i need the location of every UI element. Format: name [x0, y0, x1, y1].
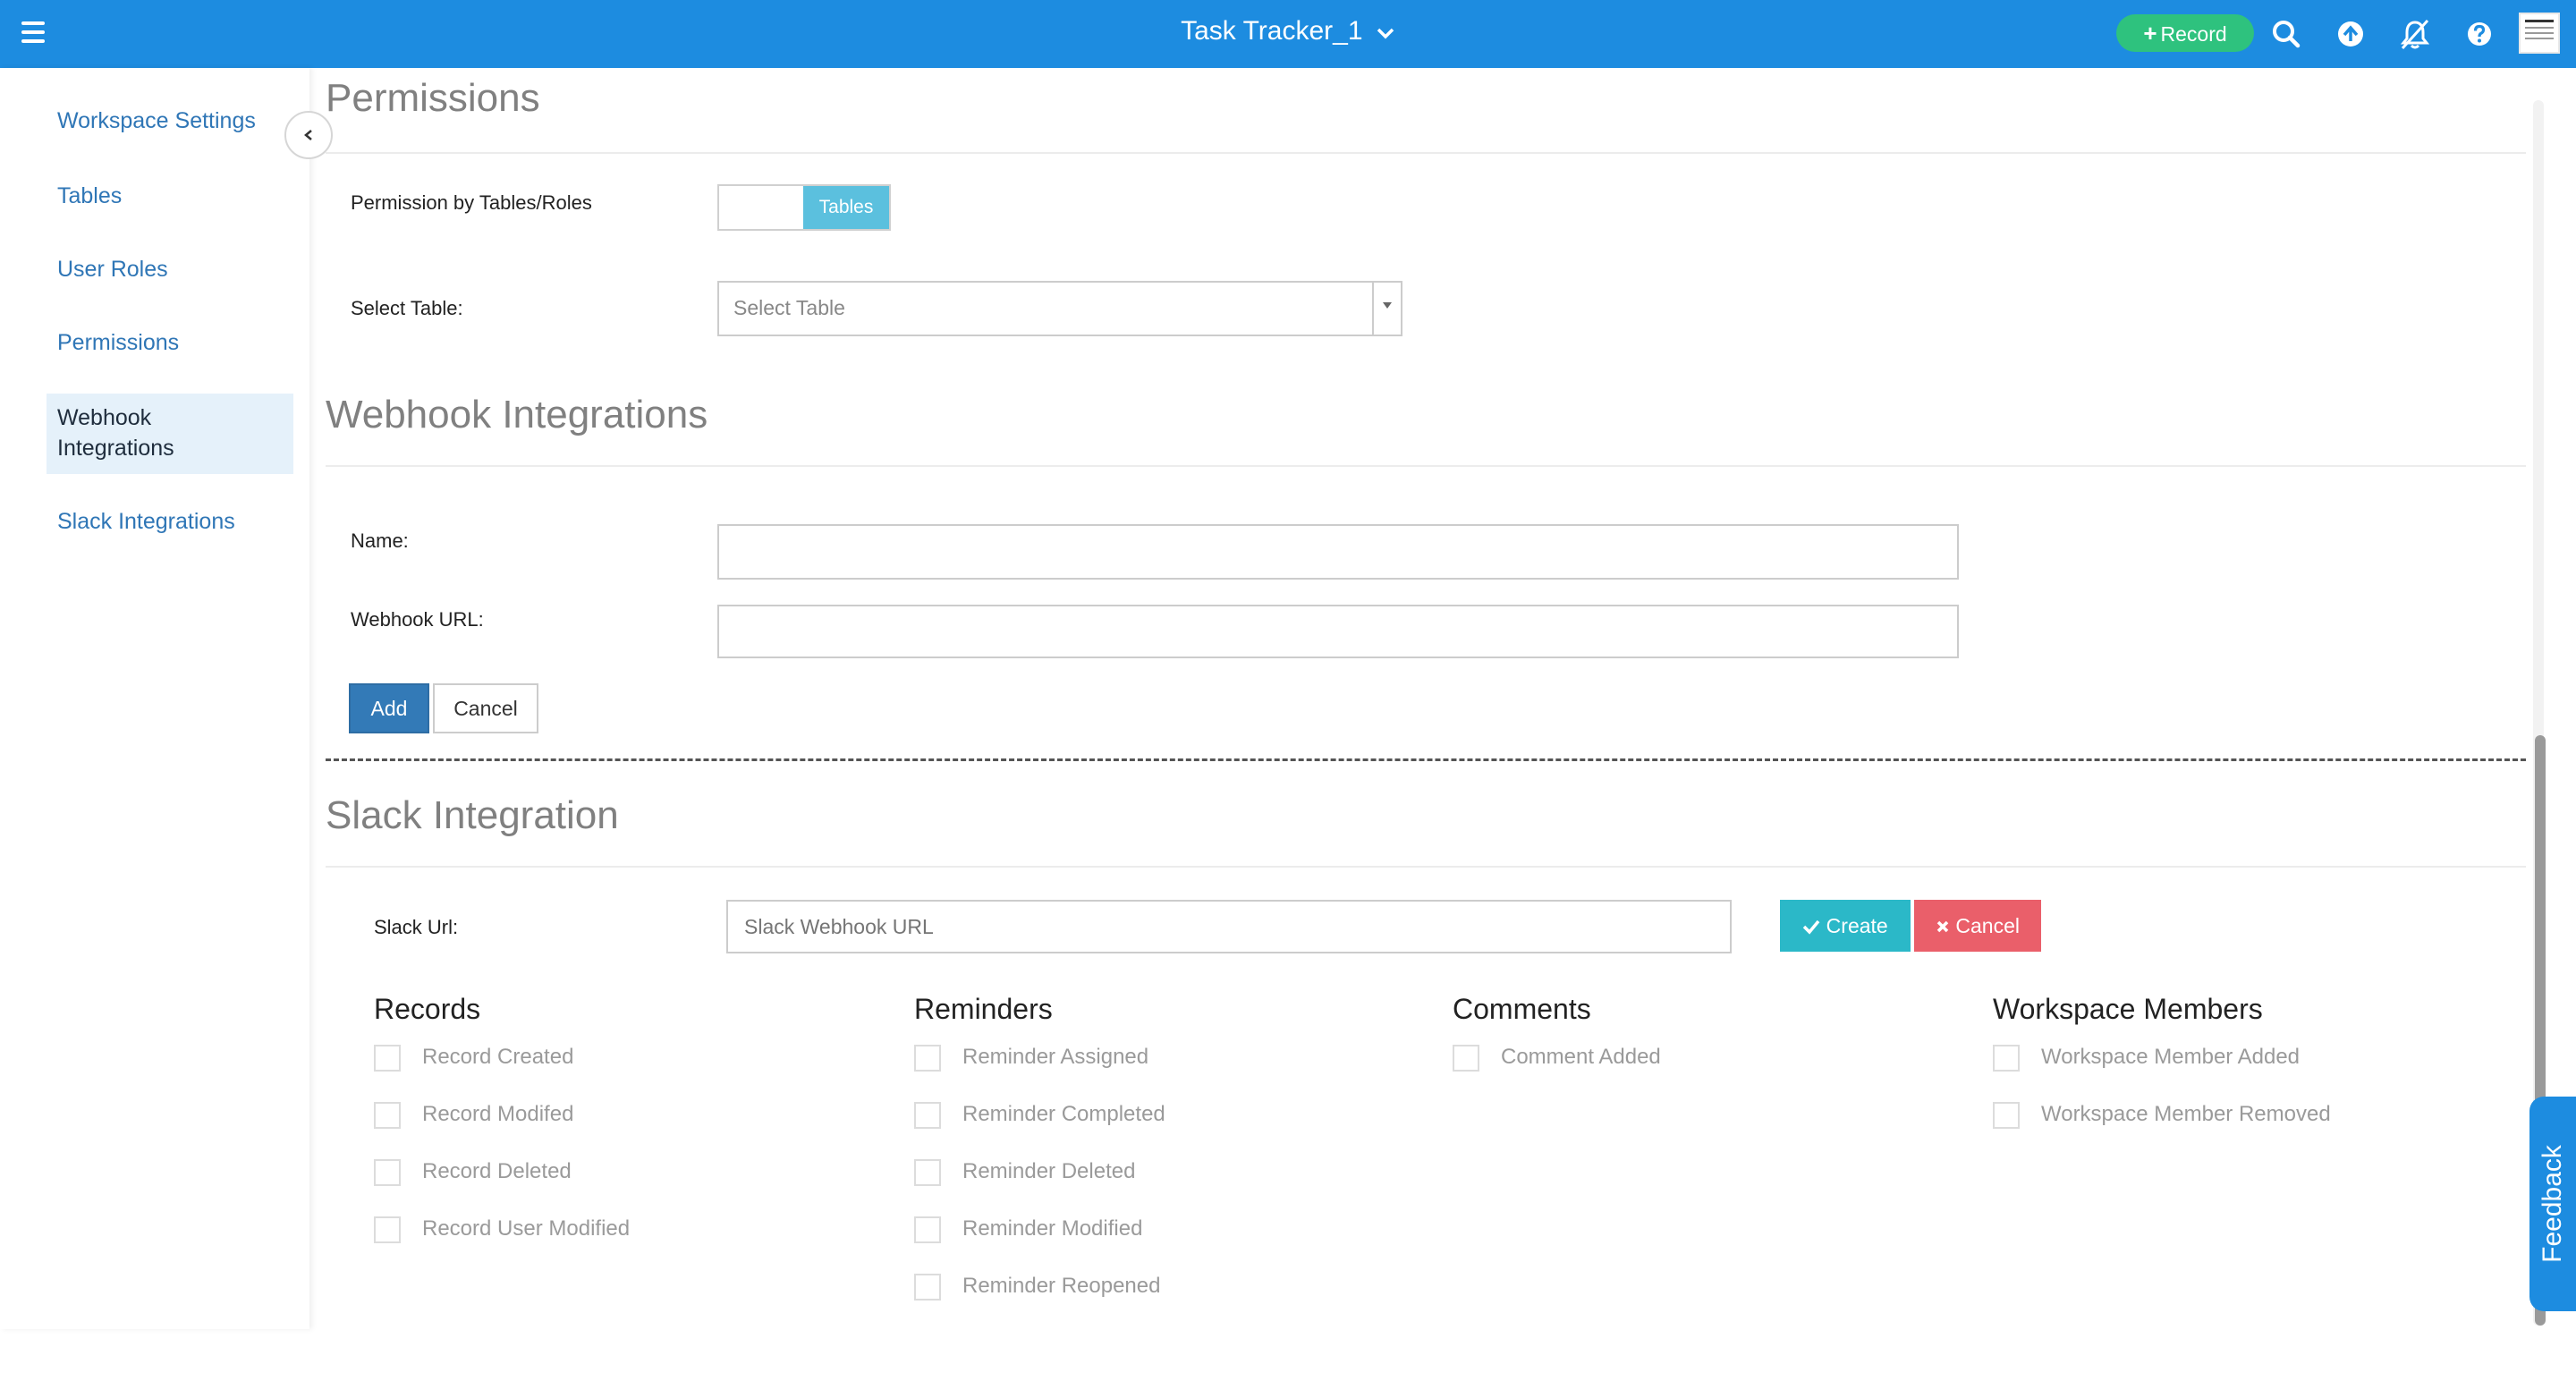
upload-icon[interactable] [2334, 18, 2367, 50]
webhook-name-input[interactable] [717, 524, 1959, 580]
workspace-title: Task Tracker_1 [1181, 16, 1363, 46]
webhook-url-input[interactable] [717, 605, 1959, 658]
sidebar-item-label: Integrations [57, 436, 174, 461]
cancel-label: Cancel [1955, 914, 2020, 937]
sidebar-item-slack-integrations[interactable]: Slack Integrations [47, 506, 293, 537]
permission-by-label: Permission by Tables/Roles [351, 191, 592, 214]
add-webhook-button[interactable]: Add [349, 683, 429, 733]
sidebar-item-permissions[interactable]: Permissions [47, 327, 293, 358]
workspace-members-group-title: Workspace Members [1993, 993, 2263, 1025]
feedback-label: Feedback [2538, 1145, 2567, 1263]
select-table-placeholder: Select Table [733, 296, 845, 319]
webhook-url-label: Webhook URL: [351, 608, 484, 631]
add-record-label: Record [2160, 22, 2227, 46]
divider [326, 465, 2526, 467]
divider [326, 152, 2526, 154]
records-group-title: Records [374, 993, 481, 1025]
check-icon [1803, 919, 1820, 935]
sidebar-item-webhook-integrations[interactable]: Webhook Integrations [47, 394, 293, 474]
menu-icon[interactable] [20, 20, 48, 47]
select-table-label: Select Table: [351, 297, 463, 319]
webhook-name-label: Name: [351, 530, 409, 552]
create-label: Create [1826, 914, 1888, 937]
toggle-tables-option[interactable]: Tables [803, 186, 889, 229]
cancel-slack-button[interactable]: Cancel [1914, 900, 2041, 952]
sidebar-item-tables[interactable]: Tables [47, 181, 293, 211]
main-content: Permissions Permission by Tables/Roles T… [309, 68, 2528, 1329]
close-icon [1936, 920, 1949, 933]
comments-group-title: Comments [1453, 993, 1591, 1025]
feedback-tab[interactable]: Feedback [2529, 1097, 2576, 1311]
permission-type-toggle[interactable]: Tables [717, 184, 891, 231]
notifications-off-icon[interactable] [2399, 18, 2431, 50]
sidebar-item-workspace-settings[interactable]: Workspace Settings [47, 106, 293, 136]
search-icon[interactable] [2270, 18, 2302, 50]
add-record-button[interactable]: + Record [2116, 14, 2254, 52]
workspace-title-dropdown[interactable]: Task Tracker_1 [1181, 0, 1395, 64]
slack-url-label: Slack Url: [374, 916, 459, 938]
chevron-down-icon [1376, 1, 1395, 64]
top-bar: Task Tracker_1 + Record [0, 0, 2576, 68]
help-icon[interactable] [2463, 18, 2496, 50]
webhook-heading: Webhook Integrations [326, 393, 708, 436]
section-separator [326, 758, 2526, 761]
divider [326, 866, 2526, 868]
select-table-dropdown[interactable]: Select Table [717, 281, 1402, 336]
sidebar-item-user-roles[interactable]: User Roles [47, 254, 293, 284]
cancel-webhook-button[interactable]: Cancel [433, 683, 538, 733]
sidebar-item-label: Webhook [57, 405, 152, 430]
create-slack-button[interactable]: Create [1780, 900, 1911, 952]
user-avatar[interactable] [2519, 13, 2560, 54]
permissions-heading: Permissions [326, 76, 540, 120]
plus-icon: + [2143, 20, 2157, 47]
dropdown-arrow-icon [1383, 302, 1392, 309]
reminders-group-title: Reminders [914, 993, 1053, 1025]
settings-sidebar: Workspace Settings Tables User Roles Per… [0, 68, 309, 1329]
slack-url-input[interactable] [726, 900, 1732, 953]
slack-heading: Slack Integration [326, 793, 619, 837]
